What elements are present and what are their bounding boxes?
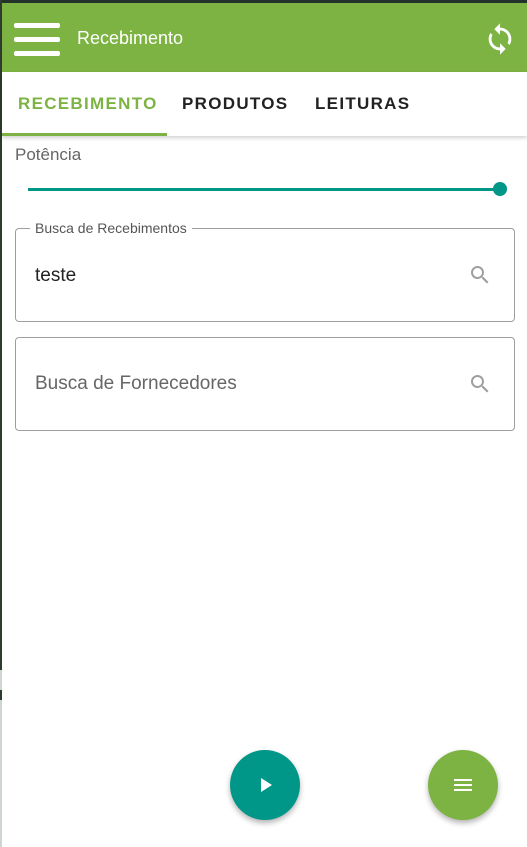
menu-fab-button[interactable] xyxy=(428,750,498,820)
app-title: Recebimento xyxy=(77,28,184,48)
sync-icon[interactable] xyxy=(483,22,517,56)
slider-fill xyxy=(28,188,500,191)
tab-recebimento[interactable]: RECEBIMENTO xyxy=(18,72,158,136)
tab-bar: RECEBIMENTO PRODUTOS LEITURAS xyxy=(2,72,527,136)
search-icon[interactable] xyxy=(468,263,492,287)
receipt-search-input[interactable]: teste xyxy=(35,265,76,287)
receipt-search-label: Busca de Recebimentos xyxy=(30,220,192,236)
search-icon[interactable] xyxy=(468,372,492,396)
receipt-search-field[interactable]: Busca de Recebimentos teste xyxy=(15,220,515,322)
slider-thumb[interactable] xyxy=(493,182,507,196)
supplier-search-input[interactable]: Busca de Fornecedores xyxy=(35,373,237,395)
power-label: Potência xyxy=(15,145,82,164)
play-button[interactable] xyxy=(230,750,300,820)
active-tab-indicator xyxy=(2,133,167,136)
power-slider[interactable] xyxy=(22,178,512,202)
hamburger-menu-icon[interactable] xyxy=(14,23,60,57)
tab-produtos[interactable]: PRODUTOS xyxy=(182,72,288,136)
supplier-search-field[interactable]: Busca de Fornecedores xyxy=(15,337,515,431)
tab-leituras[interactable]: LEITURAS xyxy=(315,72,410,136)
menu-icon xyxy=(454,779,472,791)
play-icon xyxy=(261,778,272,792)
app-bar: Recebimento xyxy=(2,0,527,72)
